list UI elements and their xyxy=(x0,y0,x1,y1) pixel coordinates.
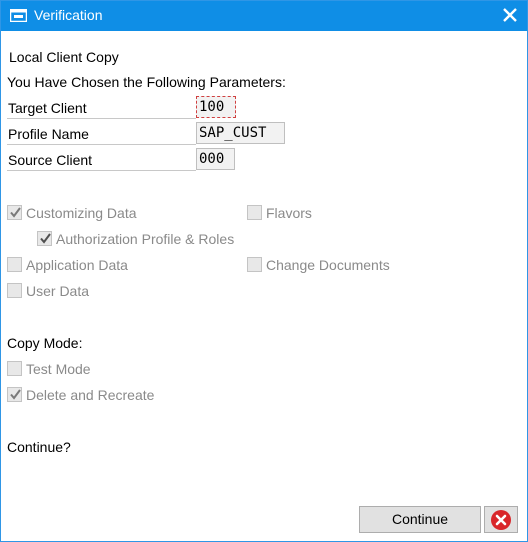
customizing-data-checkbox[interactable] xyxy=(7,205,22,220)
authorization-profile-checkbox[interactable] xyxy=(37,231,52,246)
checkmark-icon xyxy=(10,389,21,400)
copy-mode-heading: Copy Mode: xyxy=(7,335,83,351)
title-bar: Verification xyxy=(1,1,527,31)
profile-name-field[interactable]: SAP_CUST xyxy=(196,122,285,144)
delete-recreate-label: Delete and Recreate xyxy=(26,387,155,403)
source-client-label: Source Client xyxy=(7,148,196,171)
verification-dialog: Verification Local Client Copy You Have … xyxy=(0,0,528,542)
checkmark-icon xyxy=(10,207,21,218)
cancel-button[interactable] xyxy=(484,506,518,533)
parameters-heading: You Have Chosen the Following Parameters… xyxy=(7,74,286,90)
application-data-checkbox[interactable] xyxy=(7,257,22,272)
target-client-field[interactable]: 100 xyxy=(196,96,236,118)
user-data-label: User Data xyxy=(26,283,90,299)
dialog-window-icon xyxy=(9,8,28,23)
change-documents-label: Change Documents xyxy=(266,257,390,273)
authorization-profile-label: Authorization Profile & Roles xyxy=(56,231,235,247)
cancel-icon xyxy=(491,510,511,530)
close-icon[interactable] xyxy=(502,7,518,23)
test-mode-label: Test Mode xyxy=(26,361,91,377)
continue-question: Continue? xyxy=(7,439,71,455)
test-mode-checkbox[interactable] xyxy=(7,361,22,376)
source-client-field[interactable]: 000 xyxy=(196,148,235,170)
target-client-label: Target Client xyxy=(7,96,196,119)
application-data-label: Application Data xyxy=(26,257,128,273)
continue-button[interactable]: Continue xyxy=(359,506,481,533)
flavors-checkbox[interactable] xyxy=(247,205,262,220)
dialog-title: Verification xyxy=(34,7,103,23)
profile-name-label: Profile Name xyxy=(7,122,196,145)
delete-recreate-checkbox[interactable] xyxy=(7,387,22,402)
change-documents-checkbox[interactable] xyxy=(247,257,262,272)
flavors-label: Flavors xyxy=(266,205,312,221)
checkmark-icon xyxy=(40,233,51,244)
user-data-checkbox[interactable] xyxy=(7,283,22,298)
customizing-data-label: Customizing Data xyxy=(26,205,137,221)
section-heading: Local Client Copy xyxy=(9,49,119,65)
